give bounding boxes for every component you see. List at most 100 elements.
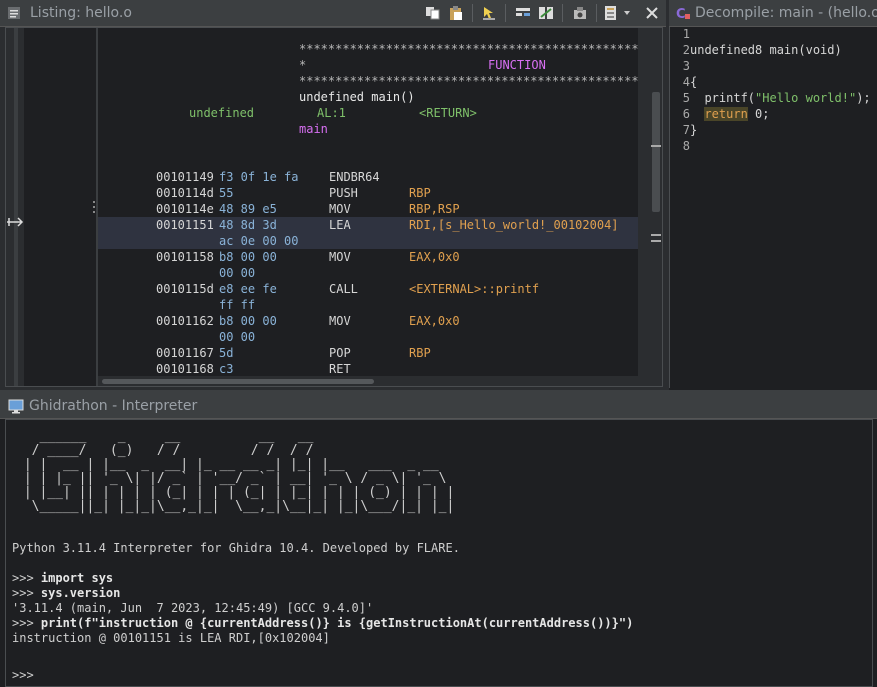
instruction-bytes: 48 89 e5 bbox=[219, 202, 277, 216]
instruction-bytes: e8 ee fe bbox=[219, 282, 277, 296]
scroll-marker bbox=[651, 240, 661, 242]
instruction-address: 00101149 bbox=[156, 170, 214, 184]
instruction-address: 00101151 bbox=[156, 218, 214, 232]
instruction-address: 0010115d bbox=[156, 282, 214, 296]
decompile-line-4[interactable]: { bbox=[690, 74, 697, 90]
instruction-bytes: b8 00 00 bbox=[219, 314, 277, 328]
banner-line: Python 3.11.4 Interpreter for Ghidra 10.… bbox=[12, 541, 460, 555]
interpreter-console[interactable]: ______ _ __ __ __ / ____/ (_) / / / / / … bbox=[5, 419, 873, 687]
instruction-bytes: 5d bbox=[219, 346, 234, 360]
console-prompt-input[interactable]: >>> bbox=[12, 668, 34, 683]
instruction-operands[interactable]: RDI,[s_Hello_world!_00102004] bbox=[409, 217, 619, 233]
interpreter-titlebar[interactable]: Ghidrathon - Interpreter bbox=[0, 394, 877, 419]
line-number: 8 bbox=[682, 139, 690, 153]
function-banner-star: * bbox=[299, 58, 307, 72]
decompile-line-7[interactable]: } bbox=[690, 122, 697, 138]
paste-icon[interactable] bbox=[448, 5, 464, 21]
prompt: >>> bbox=[12, 616, 41, 630]
toolbar-separator bbox=[472, 4, 473, 22]
console-output: instruction @ 00101151 is LEA RDI,[0x102… bbox=[12, 631, 330, 645]
vertical-scroll-thumb[interactable] bbox=[652, 92, 660, 212]
line-number: 5 bbox=[682, 91, 690, 105]
code-fragment: 0; bbox=[747, 107, 770, 121]
edit-fields-icon[interactable] bbox=[515, 5, 531, 21]
function-signature[interactable]: undefined main() bbox=[299, 89, 415, 105]
instruction-address: 00101162 bbox=[156, 314, 214, 328]
listing-body: ****************************************… bbox=[5, 27, 663, 387]
instruction-mnemonic: POP bbox=[329, 346, 351, 360]
instruction-mnemonic: PUSH bbox=[329, 186, 358, 200]
instruction-bytes: 55 bbox=[219, 186, 234, 200]
decompile-panel: C Decompile: main - (hello.o) 1 2 3 4 5 6 7 8 u… bbox=[669, 0, 877, 390]
decompile-line-2[interactable]: undefined8 main(void) bbox=[690, 42, 842, 58]
instruction-operands[interactable]: RBP bbox=[409, 345, 431, 361]
drag-grip-icon[interactable] bbox=[92, 200, 96, 214]
return-register: AL:1 bbox=[317, 106, 346, 120]
copy-icon[interactable] bbox=[425, 5, 441, 21]
line-number: 1 bbox=[682, 27, 690, 41]
vertical-scrollbar[interactable] bbox=[638, 28, 662, 386]
listing-options-icon[interactable] bbox=[604, 5, 620, 21]
instruction-operands[interactable]: EAX,0x0 bbox=[409, 249, 460, 265]
toolbar-separator bbox=[562, 4, 563, 22]
function-banner-stars: ****************************************… bbox=[299, 74, 638, 88]
instruction-operands[interactable]: RBP bbox=[409, 185, 431, 201]
listing-code[interactable]: ****************************************… bbox=[98, 28, 638, 376]
svg-text:C: C bbox=[676, 7, 686, 21]
decompile-titlebar[interactable]: C Decompile: main - (hello.o) bbox=[669, 0, 877, 27]
string-literal: "Hello world!" bbox=[755, 91, 857, 105]
line-number: 3 bbox=[682, 59, 690, 73]
line-number: 2 bbox=[682, 43, 690, 57]
instruction-mnemonic: MOV bbox=[329, 250, 351, 264]
instruction-address: 00101168 bbox=[156, 362, 214, 376]
instruction-mnemonic: CALL bbox=[329, 282, 358, 296]
horizontal-scrollbar[interactable] bbox=[98, 376, 638, 386]
code-fragment: ); bbox=[856, 91, 871, 105]
ghidrathon-banner-art: ______ _ __ __ __ / ____/ (_) / / / / / … bbox=[23, 429, 455, 514]
instruction-operands[interactable]: EAX,0x0 bbox=[409, 313, 460, 329]
code-fragment: printf( bbox=[690, 91, 756, 105]
signature-type: undefined bbox=[299, 90, 372, 104]
toolbar-separator bbox=[505, 4, 506, 22]
decompile-body[interactable]: 1 2 3 4 5 6 7 8 undefined8 main(void) { printf(… bbox=[669, 27, 877, 388]
chevron-down-icon[interactable] bbox=[622, 5, 632, 21]
navigation-margin[interactable] bbox=[24, 28, 98, 386]
prompt: >>> bbox=[12, 586, 41, 600]
diff-view-icon[interactable] bbox=[538, 5, 554, 21]
horizontal-scroll-thumb[interactable] bbox=[102, 379, 374, 384]
scroll-marker bbox=[651, 145, 661, 147]
instruction-bytes-cont: 00 00 bbox=[219, 330, 256, 344]
cursor-follow-icon[interactable] bbox=[481, 5, 497, 21]
command-text: sys.version bbox=[40, 586, 121, 600]
instruction-address: 0010114e bbox=[156, 202, 214, 216]
decompile-line-5[interactable]: printf("Hello world!"); bbox=[690, 90, 871, 106]
decompile-line-6[interactable]: return 0; bbox=[690, 106, 770, 122]
interpreter-title: Ghidrathon - Interpreter bbox=[29, 398, 198, 414]
split-arrow-icon[interactable] bbox=[6, 217, 24, 227]
instruction-address: 00101158 bbox=[156, 250, 214, 264]
decompile-title: Decompile: main - (hello.o) bbox=[695, 5, 877, 21]
instruction-address: 00101167 bbox=[156, 346, 214, 360]
marker-margin[interactable] bbox=[6, 28, 24, 386]
interpreter-panel: Ghidrathon - Interpreter ______ _ __ __ … bbox=[0, 394, 877, 687]
instruction-operands[interactable]: <EXTERNAL>::printf bbox=[409, 281, 539, 297]
instruction-operands[interactable]: RBP,RSP bbox=[409, 201, 460, 217]
return-keyword: return bbox=[704, 107, 748, 121]
line-number: 4 bbox=[682, 75, 690, 89]
instruction-bytes: 48 8d 3d bbox=[219, 218, 277, 232]
instruction-bytes-cont: 00 00 bbox=[219, 266, 256, 280]
instruction-bytes: c3 bbox=[219, 362, 234, 376]
decompile-window-icon: C bbox=[676, 7, 690, 21]
instruction-mnemonic: RET bbox=[329, 362, 351, 376]
function-label[interactable]: main bbox=[299, 121, 328, 137]
instruction-mnemonic: MOV bbox=[329, 202, 351, 216]
snapshot-icon[interactable] bbox=[572, 5, 588, 21]
close-icon[interactable] bbox=[644, 5, 660, 21]
prompt: >>> bbox=[12, 571, 41, 585]
signature-name[interactable]: main bbox=[371, 90, 400, 104]
console-input: >>> import sys bbox=[12, 571, 113, 586]
listing-titlebar[interactable]: Listing: hello.o bbox=[0, 0, 666, 27]
return-name: <RETURN> bbox=[419, 106, 477, 120]
instruction-mnemonic: LEA bbox=[329, 218, 351, 232]
instruction-address: 0010114d bbox=[156, 186, 214, 200]
